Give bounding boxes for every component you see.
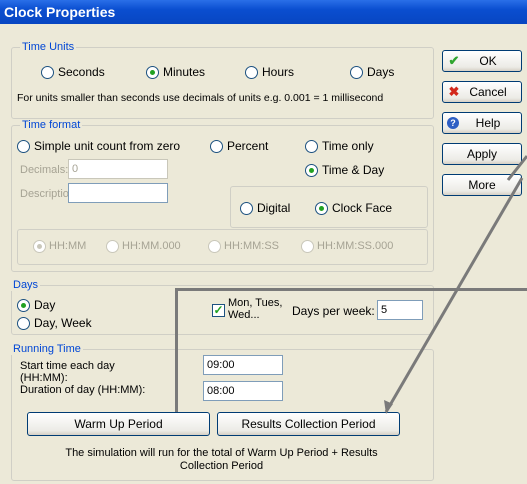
clock-properties-window: Clock Properties Time Units Seconds Minu… — [0, 0, 527, 484]
annotation-arrow-line-top — [506, 155, 527, 181]
annotation-arrow-line — [384, 177, 524, 413]
annotation-arrow-overlay — [384, 155, 527, 414]
